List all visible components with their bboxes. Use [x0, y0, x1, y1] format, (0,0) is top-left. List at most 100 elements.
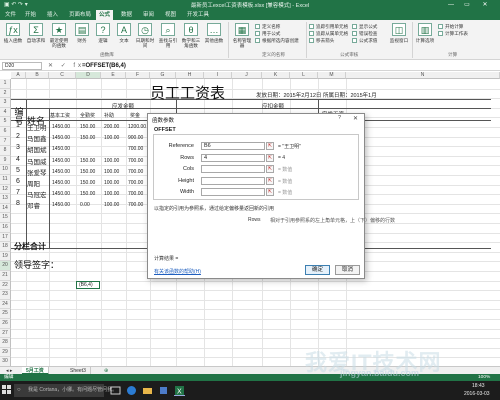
salary-cell[interactable]: 1450.00 — [52, 158, 70, 164]
salary-cell[interactable]: 700.00 — [128, 180, 143, 186]
collapse-dialog-icon[interactable]: ⇱ — [266, 153, 274, 162]
row-header[interactable]: 17 — [0, 232, 11, 243]
minimize-button[interactable]: — — [444, 0, 458, 10]
salary-cell[interactable]: 150.00 — [80, 169, 95, 175]
define-name-button[interactable]: 定义名称 — [255, 23, 299, 30]
row-header[interactable]: 6 — [0, 127, 11, 137]
column-header[interactable]: I — [204, 72, 232, 79]
row-header[interactable]: 23 — [0, 290, 11, 300]
logical-button[interactable]: ? 逻辑 — [92, 23, 114, 49]
help-icon[interactable]: ? — [338, 115, 341, 121]
function-help-link[interactable]: 有关该函数的帮助(H) — [154, 268, 201, 275]
row-header[interactable]: 20 — [0, 261, 11, 271]
tab-home[interactable]: 开始 — [22, 10, 39, 20]
row-header[interactable]: 5 — [0, 117, 11, 127]
salary-cell[interactable]: 700.00 — [128, 158, 143, 164]
salary-cell[interactable]: 700.00 — [128, 191, 143, 197]
cancel-button[interactable]: 取消 — [335, 265, 360, 275]
row-header[interactable]: 7 — [0, 136, 11, 147]
windows-start-icon[interactable] — [2, 385, 11, 394]
trace-dependents-button[interactable]: 追踪从属单元格 — [309, 30, 348, 37]
close-icon[interactable]: ✕ — [353, 115, 358, 122]
salary-cell[interactable]: 150.00 — [80, 191, 95, 197]
row-header[interactable]: 26 — [0, 319, 11, 329]
column-header[interactable]: H — [176, 72, 204, 79]
quick-access-toolbar[interactable]: ▣ ↶ ↷ ▾ — [4, 1, 28, 8]
cortana-search-box[interactable]: 我是 Cortana，小娜。有问题尽管问我。 — [14, 384, 117, 397]
row-header[interactable]: 28 — [0, 338, 11, 348]
tab-data[interactable]: 数据 — [118, 10, 135, 20]
recent-functions-button[interactable]: ★ 最近使用的函数 — [48, 23, 70, 49]
column-header[interactable]: J — [232, 72, 262, 79]
row-header[interactable]: 22 — [0, 280, 11, 291]
collapse-dialog-icon[interactable]: ⇱ — [266, 188, 274, 196]
column-header[interactable]: B — [26, 72, 49, 79]
store-icon[interactable] — [158, 385, 169, 396]
close-button[interactable]: ✕ — [478, 0, 492, 10]
active-cell-editor[interactable]: (B6,4) — [76, 281, 100, 289]
tab-developer[interactable]: 开发工具 — [184, 10, 212, 20]
row-header[interactable]: 12 — [0, 184, 11, 195]
tab-file[interactable]: 文件 — [2, 10, 19, 20]
salary-cell[interactable]: 1200.00 — [128, 124, 146, 130]
argument-input[interactable] — [201, 165, 265, 173]
task-view-icon[interactable] — [110, 385, 121, 396]
zoom-level[interactable]: 100% — [478, 374, 490, 381]
row-header[interactable]: 1 — [0, 79, 11, 89]
salary-cell[interactable]: 150.00 — [80, 180, 95, 186]
error-checking-button[interactable]: 错误检查 — [352, 30, 377, 37]
collapse-dialog-icon[interactable]: ⇱ — [266, 165, 274, 173]
collapse-dialog-icon[interactable]: ⇱ — [266, 142, 274, 150]
row-header[interactable]: 10 — [0, 165, 11, 175]
ok-button[interactable]: 确定 — [305, 265, 330, 275]
salary-cell[interactable]: 1450.00 — [52, 180, 70, 186]
argument-input[interactable]: B6 — [201, 142, 265, 150]
column-header[interactable]: A — [11, 72, 26, 79]
column-header[interactable]: E — [101, 72, 126, 79]
name-box[interactable]: D20 — [2, 62, 42, 70]
argument-input[interactable] — [201, 176, 265, 185]
row-header[interactable]: 9 — [0, 155, 11, 166]
row-header[interactable]: 29 — [0, 347, 11, 358]
salary-cell[interactable]: 100.00 — [104, 135, 119, 141]
row-header[interactable]: 16 — [0, 223, 11, 233]
math-button[interactable]: θ 数学和三角函数 — [180, 23, 202, 49]
row-header[interactable]: 13 — [0, 194, 11, 204]
salary-cell[interactable]: 1450.00 — [52, 191, 70, 197]
browser-icon[interactable] — [126, 385, 137, 396]
salary-cell[interactable]: 700.00 — [128, 202, 143, 208]
calc-sheet-button[interactable]: 计算工作表 — [438, 30, 468, 37]
salary-cell[interactable]: 100.00 — [104, 191, 119, 197]
column-header[interactable]: L — [290, 72, 318, 79]
row-header[interactable]: 14 — [0, 203, 11, 214]
watch-window-button[interactable]: ◫ 监视窗口 — [388, 23, 410, 49]
tab-insert[interactable]: 插入 — [44, 10, 61, 20]
row-header[interactable]: 21 — [0, 271, 11, 281]
tab-review[interactable]: 审阅 — [140, 10, 157, 20]
column-header[interactable]: D — [76, 72, 101, 79]
tab-view[interactable]: 视图 — [162, 10, 179, 20]
salary-cell[interactable]: 900.00 — [128, 135, 143, 141]
row-header[interactable]: 4 — [0, 107, 11, 118]
text-button[interactable]: A 文本 — [113, 23, 135, 49]
column-header[interactable]: C — [49, 72, 76, 79]
argument-input[interactable] — [201, 188, 265, 196]
tab-page-layout[interactable]: 页面布局 — [66, 10, 94, 20]
salary-cell[interactable]: 100.00 — [104, 202, 119, 208]
salary-cell[interactable]: 1450.00 — [52, 202, 70, 208]
salary-cell[interactable]: 1450.00 — [52, 146, 70, 152]
show-formulas-button[interactable]: 显示公式 — [352, 23, 377, 30]
row-header[interactable]: 19 — [0, 251, 11, 262]
column-header[interactable]: F — [126, 72, 150, 79]
salary-cell[interactable]: 1450.00 — [52, 124, 70, 130]
lookup-button[interactable]: ⌕ 查找与引用 — [157, 23, 179, 49]
formula-input[interactable]: =OFFSET(B6,4) — [82, 62, 126, 70]
column-header[interactable]: K — [262, 72, 290, 79]
excel-taskbar-icon[interactable]: X — [174, 385, 185, 396]
row-header[interactable]: 18 — [0, 242, 11, 252]
row-header[interactable]: 24 — [0, 299, 11, 310]
salary-cell[interactable]: 0.00 — [80, 202, 90, 208]
salary-cell[interactable]: 100.00 — [104, 158, 119, 164]
salary-cell[interactable]: 1450.00 — [52, 169, 70, 175]
formula-bar-icons[interactable]: ✕ ✓ fx — [48, 62, 84, 69]
